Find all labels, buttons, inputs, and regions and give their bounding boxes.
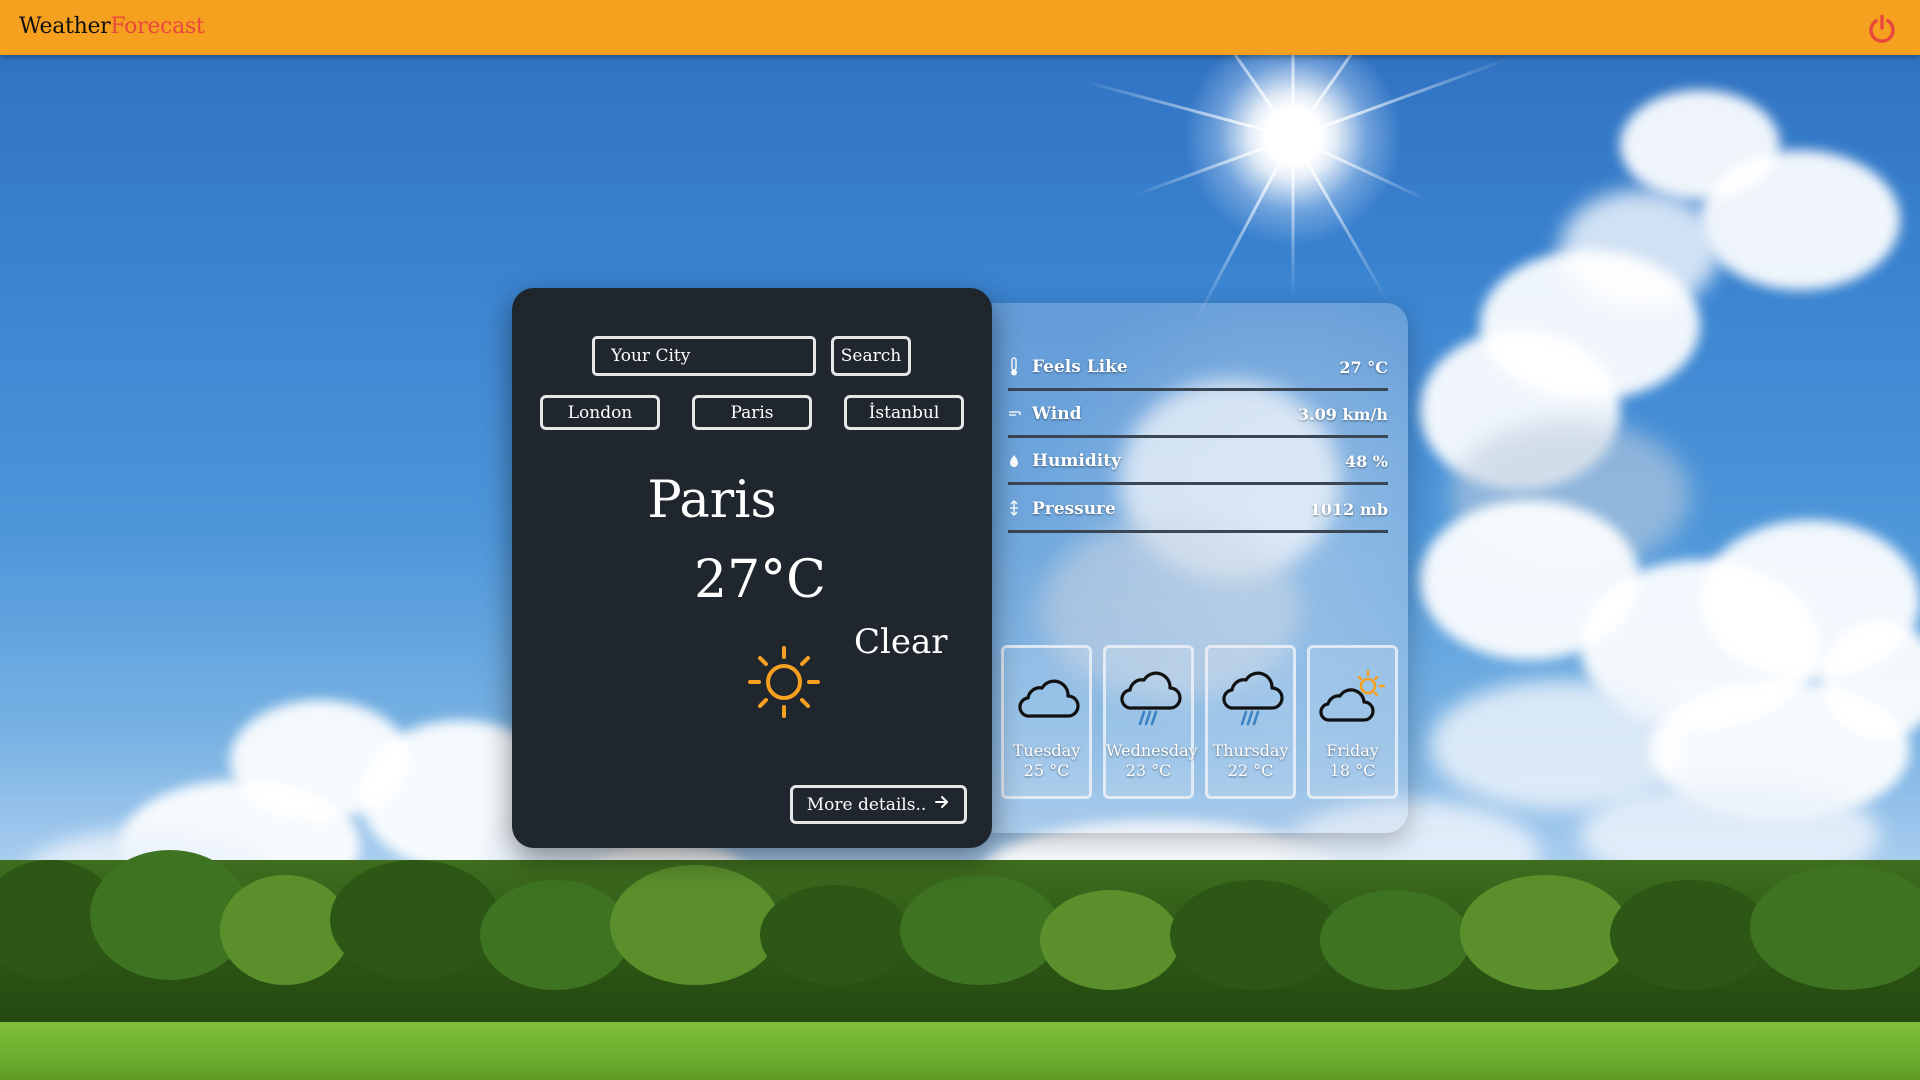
city-button-paris[interactable]: Paris	[692, 395, 812, 430]
detail-label: Humidity	[1032, 451, 1121, 471]
city-button-london[interactable]: London	[540, 395, 660, 430]
power-icon[interactable]	[1866, 13, 1898, 45]
forecast-day-temp: 18 °C	[1329, 761, 1376, 780]
current-weather-card: Search London Paris İstanbul Paris 27°C …	[512, 288, 992, 848]
forecast-day-tuesday[interactable]: Tuesday 25 °C	[1001, 645, 1092, 799]
forecast-day-thursday[interactable]: Thursday 22 °C	[1205, 645, 1296, 799]
sun-icon	[744, 642, 824, 722]
detail-label: Wind	[1032, 404, 1082, 424]
brand-name-weather: Weather	[19, 14, 111, 39]
cloud-rain-icon	[1114, 666, 1186, 730]
pressure-icon	[1008, 499, 1022, 519]
more-details-button[interactable]: More details..	[790, 785, 967, 824]
thermometer-icon	[1008, 357, 1022, 377]
search-button[interactable]: Search	[831, 336, 911, 376]
current-city-name: Paris	[647, 471, 777, 530]
city-search-input[interactable]	[592, 336, 816, 376]
background-grass	[0, 1022, 1920, 1080]
detail-label: Feels Like	[1032, 357, 1128, 377]
forecast-day-name: Friday	[1326, 741, 1379, 760]
wind-icon	[1008, 404, 1022, 424]
detail-value: 48 %	[1344, 452, 1388, 471]
cloud-icon	[1012, 666, 1084, 730]
cloud-sun-icon	[1318, 666, 1390, 730]
current-temperature: 27°C	[694, 550, 826, 610]
forecast-day-temp: 22 °C	[1227, 761, 1274, 780]
arrow-right-icon	[934, 794, 950, 815]
detail-row-feels-like: Feels Like 27 °C	[1008, 347, 1388, 391]
detail-label: Pressure	[1032, 499, 1116, 519]
droplet-icon	[1008, 451, 1022, 471]
forecast-day-wednesday[interactable]: Wednesday 23 °C	[1103, 645, 1198, 799]
brand-name-forecast: Forecast	[110, 14, 205, 39]
detail-value: 3.09 km/h	[1297, 405, 1388, 424]
forecast-day-name: Tuesday	[1012, 741, 1081, 760]
cloud-rain-icon	[1216, 666, 1288, 730]
detail-row-pressure: Pressure 1012 mb	[1008, 489, 1388, 533]
top-bar: WeatherForecast	[0, 0, 1920, 55]
forecast-day-temp: 23 °C	[1125, 761, 1172, 780]
brand-logo[interactable]: WeatherForecast	[19, 14, 205, 39]
detail-value: 1012 mb	[1309, 500, 1388, 519]
detail-row-wind: Wind 3.09 km/h	[1008, 394, 1388, 438]
detail-value: 27 °C	[1339, 358, 1388, 377]
current-condition: Clear	[854, 622, 948, 662]
detail-row-humidity: Humidity 48 %	[1008, 441, 1388, 485]
weather-details-panel: Feels Like 27 °C Wind 3.09 km/h Humidity…	[992, 303, 1408, 833]
forecast-day-friday[interactable]: Friday 18 °C	[1307, 645, 1398, 799]
forecast-day-temp: 25 °C	[1023, 761, 1070, 780]
city-button-istanbul[interactable]: İstanbul	[844, 395, 964, 430]
more-details-label: More details..	[806, 794, 927, 815]
forecast-day-name: Wednesday	[1106, 741, 1198, 760]
forecast-day-name: Thursday	[1212, 741, 1289, 760]
